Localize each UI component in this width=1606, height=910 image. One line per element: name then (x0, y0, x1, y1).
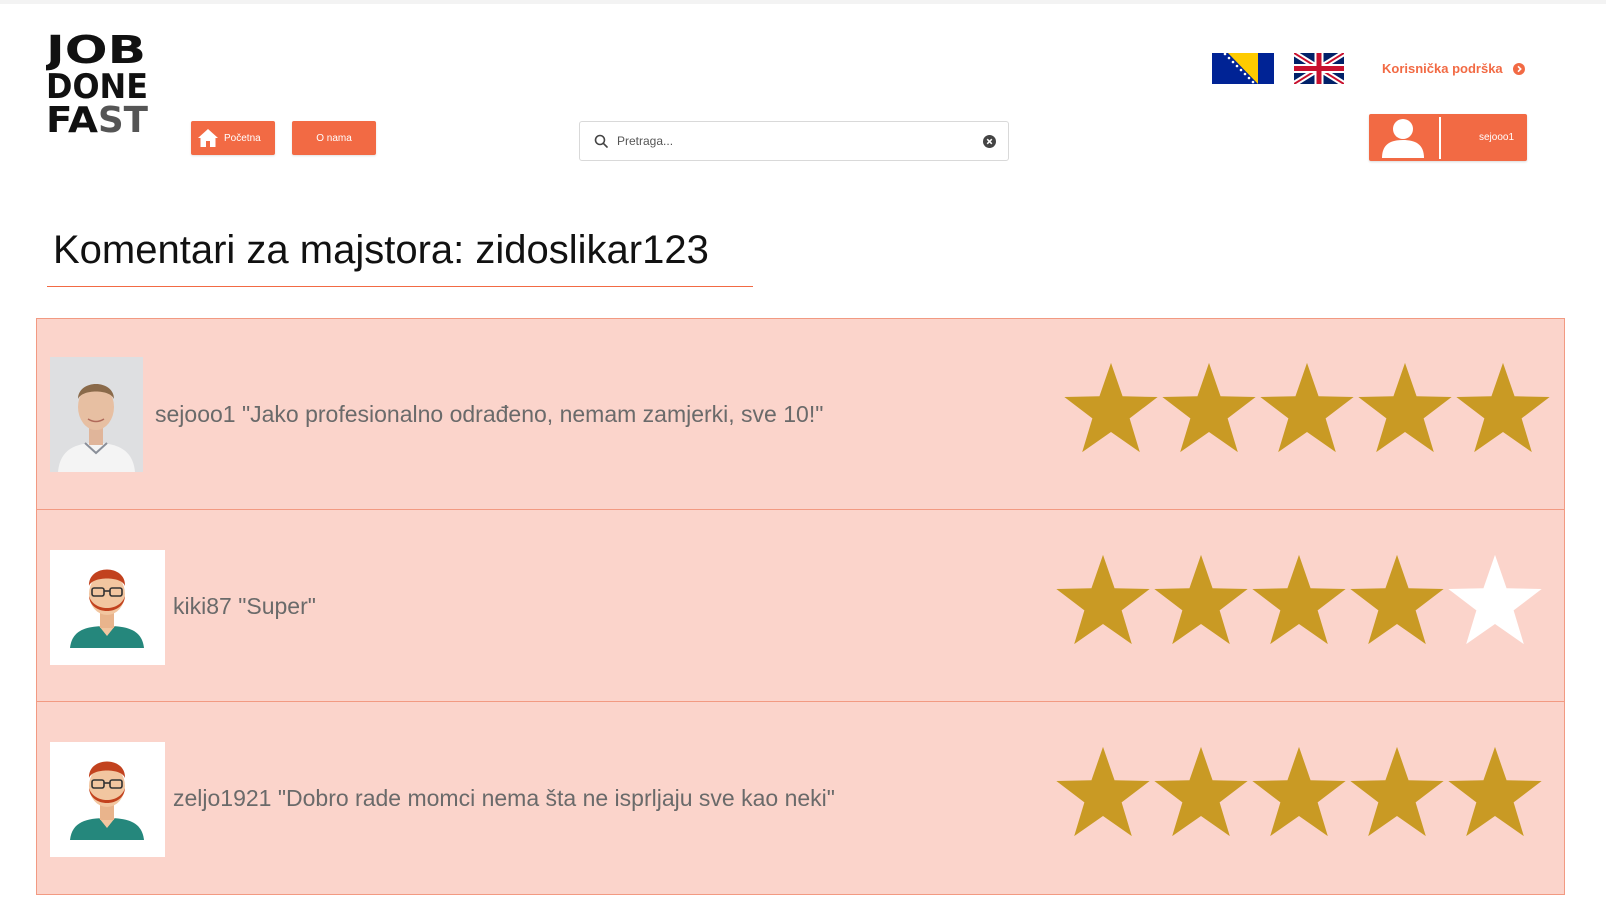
comments-list: sejooo1 "Jako profesionalno odrađeno, ne… (36, 318, 1565, 895)
bearded-man-avatar-icon (50, 742, 165, 857)
comment-body: "Jako profesionalno odrađeno, nemam zamj… (241, 401, 824, 427)
star-filled-icon (1160, 359, 1258, 457)
home-button[interactable]: Početna (191, 121, 275, 155)
home-icon (198, 129, 218, 147)
star-filled-icon (1250, 551, 1348, 649)
user-photo-avatar (50, 357, 143, 472)
user-icon (1382, 118, 1424, 158)
comment-item: sejooo1 "Jako profesionalno odrađeno, ne… (37, 319, 1564, 510)
clear-search-icon[interactable] (983, 134, 996, 148)
comment-author: kiki87 (173, 593, 232, 619)
star-filled-icon (1348, 743, 1446, 841)
comment-author: sejooo1 (155, 401, 236, 427)
top-border (0, 0, 1606, 4)
rating-stars (1054, 743, 1544, 841)
comment-text: kiki87 "Super" (173, 511, 316, 702)
star-filled-icon (1152, 551, 1250, 649)
bosnian-language-flag-icon[interactable] (1212, 53, 1274, 84)
star-filled-icon (1356, 359, 1454, 457)
title-underline (47, 286, 753, 287)
comment-body: "Super" (238, 593, 316, 619)
star-empty-icon (1446, 551, 1544, 649)
star-filled-icon (1454, 359, 1552, 457)
svg-text:ST: ST (98, 100, 148, 134)
star-filled-icon (1054, 743, 1152, 841)
star-filled-icon (1258, 359, 1356, 457)
bearded-man-avatar-icon (50, 550, 165, 665)
search-bar (579, 121, 1009, 161)
home-button-label: Početna (224, 132, 261, 144)
star-filled-icon (1250, 743, 1348, 841)
about-us-button-label: O nama (316, 132, 352, 144)
rating-stars (1062, 359, 1552, 457)
comment-text: zeljo1921 "Dobro rade momci nema šta ne … (173, 703, 835, 894)
comment-item: zeljo1921 "Dobro rade momci nema šta ne … (37, 703, 1564, 894)
english-language-flag-icon[interactable] (1294, 53, 1356, 84)
svg-text:JOB: JOB (46, 30, 146, 72)
username-label: sejooo1 (1479, 132, 1515, 143)
page-title: Komentari za majstora: zidoslikar123 (53, 228, 709, 272)
comment-body: "Dobro rade momci nema šta ne isprljaju … (277, 785, 835, 811)
about-us-button[interactable]: O nama (292, 121, 376, 155)
comment-author: zeljo1921 (173, 785, 272, 811)
star-filled-icon (1054, 551, 1152, 649)
star-filled-icon (1152, 743, 1250, 841)
comment-text: sejooo1 "Jako profesionalno odrađeno, ne… (155, 319, 823, 510)
search-input[interactable] (617, 134, 983, 148)
star-filled-icon (1062, 359, 1160, 457)
user-button-divider (1439, 116, 1441, 159)
user-profile-button[interactable]: sejooo1 (1369, 114, 1527, 161)
search-icon (594, 134, 608, 148)
chevron-right-circle-icon (1512, 62, 1525, 75)
star-filled-icon (1446, 743, 1544, 841)
svg-text:FA: FA (46, 100, 98, 134)
comment-item: kiki87 "Super" (37, 511, 1564, 702)
star-filled-icon (1348, 551, 1446, 649)
customer-support-link[interactable]: Korisnička podrška (1382, 61, 1525, 76)
customer-support-label: Korisnička podrška (1382, 61, 1503, 76)
rating-stars (1054, 551, 1544, 649)
job-done-fast-logo[interactable]: JOB DONE FA ST (46, 30, 150, 134)
